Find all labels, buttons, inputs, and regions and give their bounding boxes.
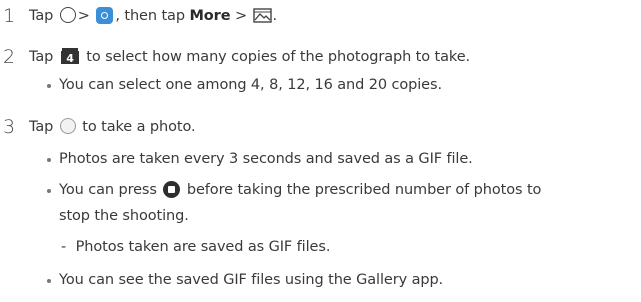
step-3-text: Tap to take a photo.	[29, 117, 196, 137]
step-1-text: Tap > , then tap More > .	[29, 6, 277, 26]
step-3-number: 3	[3, 116, 16, 138]
step-3-sub-1: - Photos taken are saved as GIF files.	[61, 237, 330, 257]
step-1-arrow-1: >	[77, 8, 90, 24]
step-3-tap: Tap	[29, 119, 54, 135]
bullet-dot	[47, 84, 51, 88]
gif-mode-icon	[252, 7, 272, 23]
step-1-arrow-2: >	[234, 8, 248, 24]
step-3-bullet-2-cont: stop the shooting.	[59, 208, 189, 224]
bullet-dot	[47, 189, 51, 193]
more-label: More	[189, 8, 231, 24]
step-2-desc: to select how many copies of the photogr…	[86, 49, 471, 65]
step-3-bullet-2-b: before taking the prescribed number of p…	[186, 182, 542, 198]
circle-outline-icon	[59, 7, 76, 23]
step-1-then-tap: , then tap	[115, 8, 185, 24]
camera-app-icon	[96, 6, 114, 24]
step-2-number: 2	[3, 46, 16, 68]
step-3-sub-1-text: Photos taken are saved as GIF files.	[75, 239, 331, 255]
step-2-bullet-1: You can select one among 4, 8, 12, 16 an…	[47, 75, 442, 95]
bullet-dot	[47, 158, 51, 162]
step-1-period: .	[272, 8, 278, 24]
step-2-bullet-1-text: You can select one among 4, 8, 12, 16 an…	[59, 77, 442, 93]
step-3-bullet-3: You can see the saved GIF files using th…	[47, 270, 443, 290]
copies-count-icon: 4	[60, 47, 80, 65]
stop-icon	[163, 180, 181, 198]
step-1-tap: Tap	[29, 8, 54, 24]
step-1-number: 1	[3, 5, 16, 27]
step-3-bullet-3-text: You can see the saved GIF files using th…	[59, 272, 444, 288]
shutter-icon	[59, 118, 76, 134]
bullet-dot	[47, 279, 51, 283]
instruction-page: 1 Tap > , then tap More > . 2 Tap 4 to s…	[0, 0, 641, 302]
step-3-bullet-2-a: You can press	[59, 182, 157, 198]
step-2-tap: Tap	[29, 49, 54, 65]
step-3-bullet-1: Photos are taken every 3 seconds and sav…	[47, 149, 473, 169]
step-3-bullet-1-text: Photos are taken every 3 seconds and sav…	[59, 151, 473, 167]
step-3-desc: to take a photo.	[82, 119, 196, 135]
copies-icon-digit: 4	[66, 52, 74, 65]
step-3-bullet-2: You can press before taking the prescrib…	[47, 180, 541, 200]
dash-mark: -	[61, 239, 67, 255]
step-2-text: Tap 4 to select how many copies of the p…	[29, 47, 470, 67]
